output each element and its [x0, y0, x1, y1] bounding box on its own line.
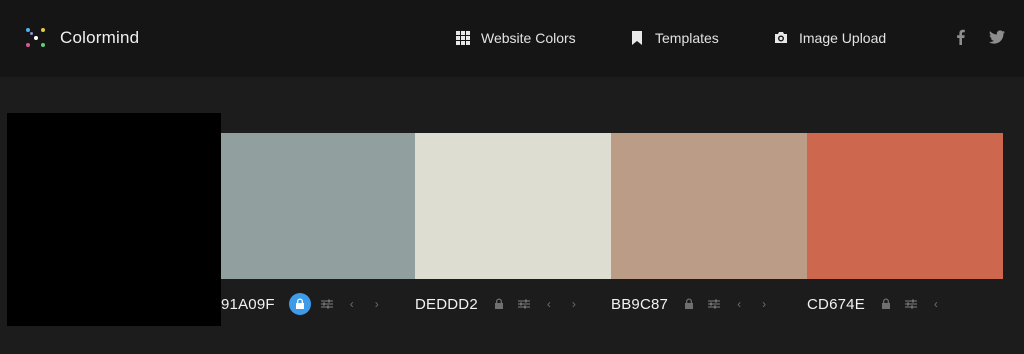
- chevron-right-icon: ›: [571, 297, 576, 311]
- lock-toggle[interactable]: [682, 297, 696, 311]
- lock-icon: [295, 298, 304, 309]
- grid-icon: [456, 31, 470, 45]
- swatch-controls: 91A09F ‹ ›: [221, 290, 395, 318]
- nav-label: Website Colors: [481, 30, 576, 46]
- chevron-left-icon: ‹: [737, 297, 742, 311]
- nav-item-website-colors[interactable]: Website Colors: [456, 28, 576, 48]
- swatch-controls: CD674E ‹: [807, 290, 954, 318]
- move-left-button[interactable]: ‹: [929, 297, 943, 311]
- swatch-controls: BB9C87 ‹ ›: [611, 290, 782, 318]
- chevron-right-icon: ›: [762, 297, 767, 311]
- adjust-button[interactable]: [904, 297, 918, 311]
- lock-icon: [881, 298, 890, 309]
- twitter-link[interactable]: [989, 29, 1005, 45]
- top-navigation-bar: Colormind Website Colors Templates Image…: [0, 0, 1024, 77]
- lock-toggle[interactable]: [492, 297, 506, 311]
- move-left-button[interactable]: ‹: [542, 297, 556, 311]
- swatch-controls: DEDDD2 ‹ ›: [415, 290, 592, 318]
- sliders-icon: [517, 299, 530, 309]
- nav-label: Templates: [655, 30, 719, 46]
- color-swatch[interactable]: [415, 133, 611, 279]
- move-left-button[interactable]: ‹: [345, 297, 359, 311]
- hex-code[interactable]: BB9C87: [611, 296, 668, 313]
- chevron-left-icon: ‹: [933, 297, 938, 311]
- hex-code[interactable]: 91A09F: [221, 296, 275, 313]
- facebook-link[interactable]: [953, 29, 969, 45]
- chevron-left-icon: ‹: [349, 297, 354, 311]
- colormind-logo-icon: [24, 26, 48, 50]
- sliders-icon: [320, 299, 333, 309]
- chevron-left-icon: ‹: [546, 297, 551, 311]
- adjust-button[interactable]: [517, 297, 531, 311]
- logo[interactable]: Colormind: [24, 26, 139, 50]
- lock-icon: [494, 298, 503, 309]
- nav-item-templates[interactable]: Templates: [630, 28, 719, 48]
- lock-icon: [685, 298, 694, 309]
- color-swatch[interactable]: [611, 133, 807, 279]
- move-right-button[interactable]: ›: [567, 297, 581, 311]
- move-left-button[interactable]: ‹: [732, 297, 746, 311]
- facebook-icon: [957, 29, 965, 45]
- twitter-icon: [989, 30, 1005, 44]
- bookmark-icon: [632, 31, 642, 45]
- app-name: Colormind: [60, 28, 140, 47]
- move-right-button[interactable]: ›: [370, 297, 384, 311]
- nav-item-image-upload[interactable]: Image Upload: [774, 28, 886, 48]
- camera-icon: [775, 32, 787, 43]
- lock-toggle[interactable]: [879, 297, 893, 311]
- black-overlay-box: [7, 113, 221, 326]
- adjust-button[interactable]: [707, 297, 721, 311]
- hex-code[interactable]: CD674E: [807, 296, 865, 313]
- adjust-button[interactable]: [320, 297, 334, 311]
- nav-label: Image Upload: [799, 30, 887, 46]
- sliders-icon: [708, 299, 721, 309]
- chevron-right-icon: ›: [374, 297, 379, 311]
- sliders-icon: [904, 299, 917, 309]
- move-right-button[interactable]: ›: [757, 297, 771, 311]
- color-swatch[interactable]: [221, 133, 415, 279]
- color-swatch[interactable]: [807, 133, 1003, 279]
- hex-code[interactable]: DEDDD2: [415, 296, 478, 313]
- lock-toggle[interactable]: [288, 293, 311, 315]
